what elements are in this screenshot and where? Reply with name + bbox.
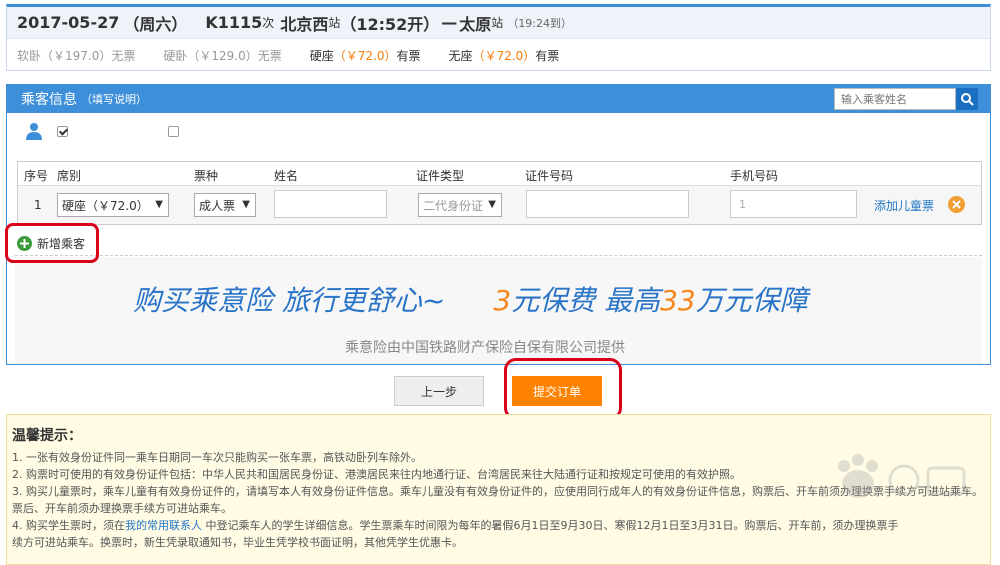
col-ticket-type: 票种: [194, 169, 219, 183]
contact-list: [25, 121, 179, 141]
to-station: 太原: [459, 14, 492, 34]
to-station-suffix: 站: [491, 16, 504, 30]
search-button[interactable]: [956, 88, 978, 110]
tips-panel: 温馨提示： 1. 一张有效身份证件同一乘车日期同一车次只能购买一张车票，高铁动卧…: [6, 414, 991, 565]
seat-hard-sleeper: 硬卧（￥129.0）无票: [163, 48, 282, 63]
insurance-banner-headline: 购买乘意险 旅行更舒心~ 3元保费 最高33万元保障: [133, 279, 808, 319]
seat-no-seat: 无座（￥72.0）有票: [448, 48, 560, 63]
seat-availability: 软卧（￥197.0）无票 硬卧（￥129.0）无票 硬座（￥72.0）有票 无座…: [7, 39, 990, 71]
train-number: K1115: [205, 13, 263, 32]
chevron-down-icon: ▼: [155, 199, 163, 210]
passenger-panel: 乘客信息 （填写说明） 序号 席别 票种 姓名 证件类型 证件号码 手机号码 1…: [6, 84, 991, 365]
train-info-panel: 2017-05-27 （周六） K1115 次 北京西 站 （12:52开） —…: [6, 4, 991, 71]
ticket-type-value: 成人票: [199, 198, 236, 213]
frequent-contacts-link[interactable]: 我的常用联系人: [125, 519, 202, 532]
previous-step-button[interactable]: 上一步: [394, 376, 484, 406]
banner-num-2: 33: [660, 284, 696, 317]
table-row: 1 硬座（￥72.0） ▼ 成人票 ▼ 二代身份证 ▼ 1 添加儿童票: [18, 186, 981, 224]
divider: [15, 255, 982, 256]
banner-text-2: 元保费 最高: [511, 284, 661, 317]
chevron-down-icon: ▼: [242, 199, 250, 210]
search-icon: [961, 93, 974, 106]
passenger-table: 序号 席别 票种 姓名 证件类型 证件号码 手机号码 1 硬座（￥72.0） ▼ …: [17, 161, 982, 225]
phone-input[interactable]: 1: [730, 190, 857, 218]
add-child-ticket-link[interactable]: 添加儿童票: [874, 197, 934, 214]
seat-select-value: 硬座（￥72.0）: [62, 198, 149, 213]
insurance-provider-text: 乘意险由中国铁路财产保险自保有限公司提供: [345, 340, 625, 356]
banner-num-1: 3: [493, 284, 512, 317]
contact-checkbox-2[interactable]: [168, 125, 179, 137]
from-station: 北京西: [280, 14, 329, 34]
row-index: 1: [34, 198, 42, 212]
seat-hard-seat: 硬座（￥72.0）有票: [309, 48, 421, 63]
close-icon: [952, 200, 961, 209]
depart-time: （12:52开）: [340, 14, 440, 34]
col-seat: 席别: [57, 169, 82, 183]
user-icon: [26, 123, 42, 140]
tip-item-4: 4. 购买学生票时，须在我的常用联系人 中登记乘车人的学生详细信息。学生票乘车时…: [12, 519, 899, 532]
seat-soft-sleeper: 软卧（￥197.0）无票: [17, 48, 136, 63]
passenger-search-input[interactable]: [834, 88, 956, 110]
from-station-suffix: 站: [328, 16, 341, 30]
seat-select[interactable]: 硬座（￥72.0） ▼: [57, 193, 169, 217]
add-passenger-highlight: [5, 223, 99, 263]
weekday: （周六）: [123, 14, 188, 34]
insurance-banner[interactable]: 购买乘意险 旅行更舒心~ 3元保费 最高33万元保障 乘意险由中国铁路财产保险自保…: [15, 257, 982, 364]
id-number-input[interactable]: [526, 190, 689, 218]
train-number-suffix: 次: [262, 16, 275, 30]
route-dash: —: [441, 13, 458, 32]
watermark-logo: [838, 454, 966, 498]
tips-title: 温馨提示：: [12, 428, 82, 444]
ticket-type-select[interactable]: 成人票 ▼: [194, 193, 256, 217]
passenger-panel-header: 乘客信息 （填写说明）: [7, 85, 990, 113]
id-type-value: 二代身份证: [423, 198, 484, 213]
arrive-time: （19:24到）: [507, 16, 573, 30]
col-phone: 手机号码: [730, 169, 779, 183]
fill-instructions-link[interactable]: （填写说明）: [81, 91, 147, 107]
table-header: 序号 席别 票种 姓名 证件类型 证件号码 手机号码: [18, 162, 981, 186]
train-summary: 2017-05-27 （周六） K1115 次 北京西 站 （12:52开） —…: [7, 7, 990, 39]
chevron-down-icon: ▼: [488, 199, 496, 210]
id-type-select[interactable]: 二代身份证 ▼: [418, 193, 502, 217]
tip-item-5: 续方可进站乘车。换票时，新生凭录取通知书，毕业生凭学校书面证明，其他凭学生优惠卡…: [12, 536, 463, 549]
col-id-number: 证件号码: [525, 169, 574, 183]
submit-highlight: [504, 358, 622, 420]
banner-text-1: 购买乘意险 旅行更舒心~: [133, 284, 446, 317]
passenger-search: [834, 88, 978, 110]
passenger-panel-title: 乘客信息: [21, 92, 77, 108]
col-id-type: 证件类型: [416, 169, 465, 183]
contact-checkbox-1[interactable]: [57, 125, 68, 137]
col-index: 序号: [24, 169, 49, 183]
travel-date: 2017-05-27: [17, 13, 120, 32]
remove-passenger-button[interactable]: [948, 196, 965, 213]
name-input[interactable]: [274, 190, 387, 218]
banner-text-3: 万元保障: [695, 284, 808, 317]
col-name: 姓名: [274, 169, 299, 183]
